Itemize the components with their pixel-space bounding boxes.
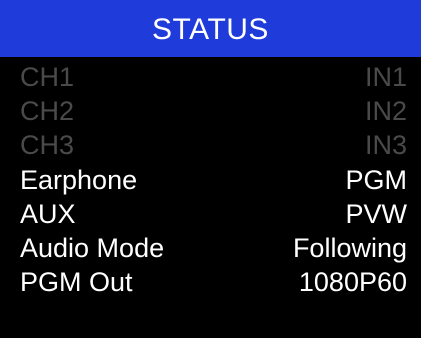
status-row-pgm-out: PGM Out 1080P60 [0, 265, 421, 299]
status-row-ch3: CH3 IN3 [0, 128, 421, 162]
ch2-value: IN2 [364, 96, 407, 127]
audio-mode-label: Audio Mode [20, 232, 165, 263]
ch2-label: CH2 [20, 96, 75, 127]
ch1-value: IN1 [364, 62, 407, 92]
status-row-ch1: CH1 IN1 [0, 60, 421, 94]
aux-value: PVW [345, 198, 407, 229]
pgm-out-value: 1080P60 [298, 267, 407, 298]
earphone-label: Earphone [20, 164, 138, 195]
ch1-label: CH1 [20, 62, 75, 92]
ch3-label: CH3 [20, 130, 75, 161]
status-list: CH1 IN1 CH2 IN2 CH3 IN3 Earphone PGM AUX… [0, 60, 421, 299]
status-row-audio-mode: Audio Mode Following [0, 231, 421, 265]
status-title: STATUS [152, 12, 269, 46]
pgm-out-label: PGM Out [20, 267, 133, 298]
audio-mode-value: Following [292, 232, 407, 263]
status-row-aux: AUX PVW [0, 197, 421, 231]
status-row-earphone: Earphone PGM [0, 163, 421, 197]
ch3-value: IN3 [364, 130, 407, 161]
status-header: STATUS [0, 0, 421, 57]
status-screen: STATUS CH1 IN1 CH2 IN2 CH3 IN3 Earphone … [0, 0, 421, 338]
status-row-ch2: CH2 IN2 [0, 94, 421, 128]
aux-label: AUX [20, 198, 76, 229]
earphone-value: PGM [345, 164, 407, 195]
